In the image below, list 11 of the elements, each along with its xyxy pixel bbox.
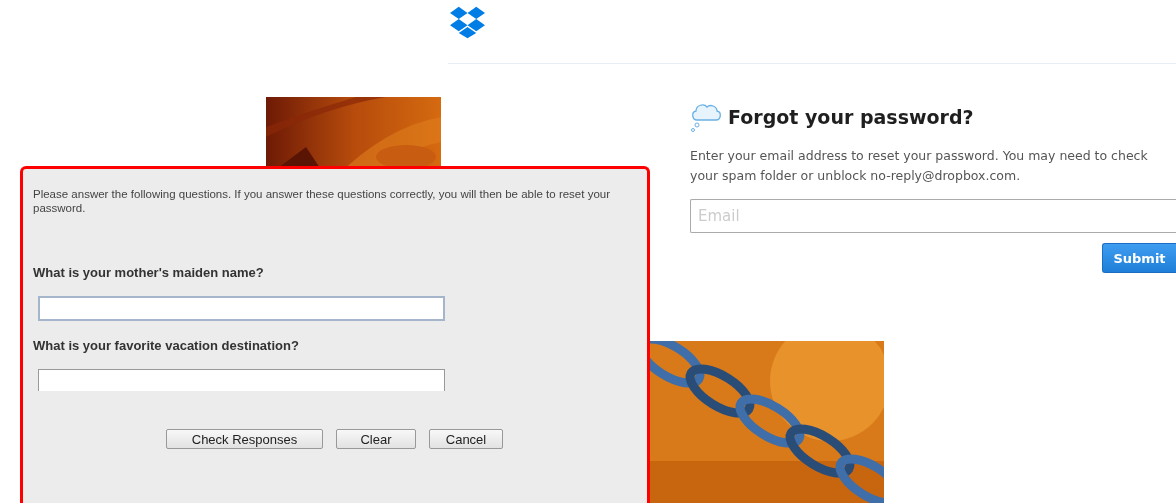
dialog-button[interactable]: Check Responses (166, 429, 323, 449)
box-logo-icon (450, 5, 485, 40)
question-label: What is your mother's maiden name? (33, 265, 265, 280)
intro-text: Please answer the following questions. If you answer these questions correctly, you will then be able to reset your password. (33, 187, 612, 215)
dialog-button[interactable]: Clear (336, 429, 416, 449)
answer-field[interactable] (38, 369, 445, 391)
instructions-text: Enter your email address to reset your password. You may need to check your spam folder or unblock no-reply@dropbox.com. (690, 147, 1149, 185)
question-label: What is your favorite vacation destination? (33, 338, 300, 353)
answer-field[interactable] (38, 296, 445, 321)
dialog-button[interactable]: Cancel (429, 429, 503, 449)
page-heading: Forgot your password? (728, 106, 974, 128)
